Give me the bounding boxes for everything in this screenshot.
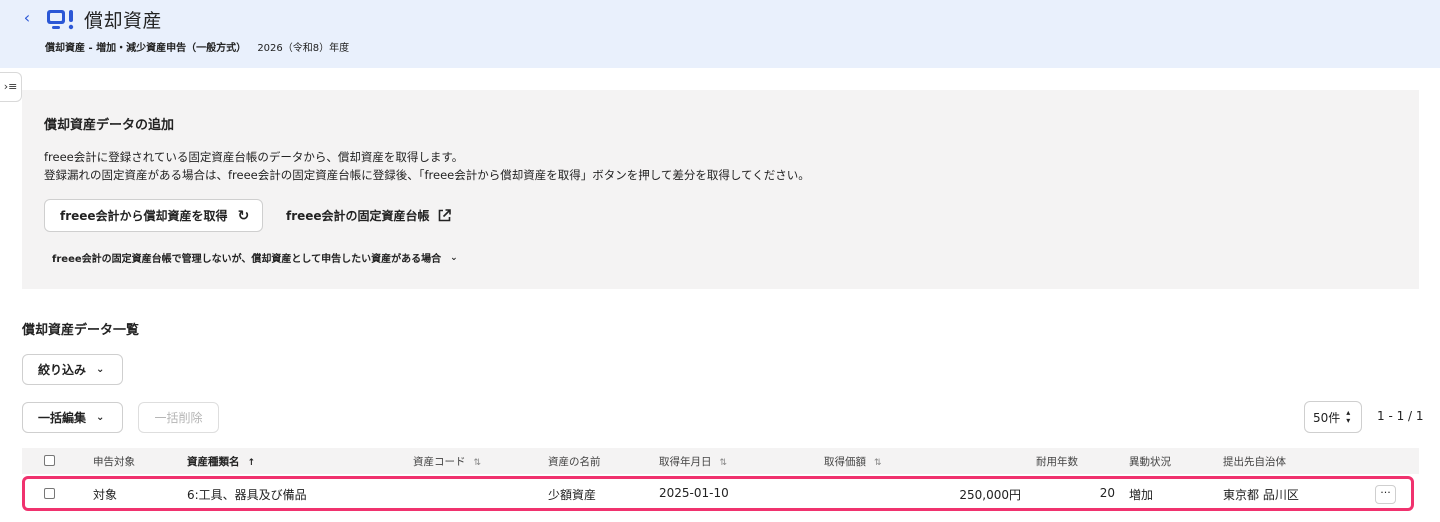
col-acquired-date-label: 取得年月日 bbox=[659, 456, 712, 468]
external-link-icon bbox=[438, 209, 451, 222]
col-asset-type-label: 資産種類名 bbox=[187, 456, 240, 468]
col-municipality: 提出先自治体 bbox=[1223, 456, 1286, 468]
col-asset-code[interactable]: 資産コード ⇅ bbox=[413, 454, 481, 469]
add-asset-panel: 償却資産データの追加 freee会計に登録されている固定資産台帳のデータから、償… bbox=[22, 90, 1419, 289]
cell-target: 対象 bbox=[93, 488, 118, 502]
page-header: ‹ 償却資産 償却資産 - 増加・減少資産申告（一般方式） 2026（令和8）年… bbox=[0, 0, 1440, 68]
col-target: 申告対象 bbox=[93, 456, 135, 468]
per-page-select[interactable]: 50件 ▴ ▾ bbox=[1304, 401, 1362, 433]
filter-button[interactable]: 絞り込み ⌄ bbox=[22, 354, 123, 385]
subtitle-form-name: 償却資産 - 増加・減少資産申告（一般方式） bbox=[45, 43, 247, 54]
cell-acquired-price: 250,000円 bbox=[959, 488, 1021, 502]
cell-acquired-date: 2025-01-10 bbox=[659, 486, 729, 500]
col-acquired-price[interactable]: 取得価額 ⇅ bbox=[824, 454, 882, 469]
filter-label: 絞り込み bbox=[38, 363, 87, 377]
row-checkbox[interactable] bbox=[44, 488, 55, 499]
table-header: 申告対象 資産種類名 ↑ 資産コード ⇅ 資産の名前 取得年月日 ⇅ 取得価額 ⇅ 耐用… bbox=[22, 448, 1419, 474]
sort-icon: ⇅ bbox=[719, 458, 728, 468]
table-row[interactable]: 対象 6:工具、器具及び備品 少額資産 2025-01-10 250,000円 … bbox=[22, 476, 1414, 511]
description-line-1: freee会計に登録されている固定資産台帳のデータから、償却資産を取得します。 bbox=[44, 150, 464, 164]
fetch-assets-button[interactable]: freee会計から償却資産を取得 ↻ bbox=[44, 199, 263, 232]
sort-icon: ⇅ bbox=[874, 458, 882, 468]
ledger-link-label: freee会計の固定資産台帳 bbox=[286, 209, 430, 223]
col-asset-type[interactable]: 資産種類名 ↑ bbox=[187, 454, 255, 469]
col-useful-life: 耐用年数 bbox=[1036, 456, 1078, 468]
description-line-2: 登録漏れの固定資産がある場合は、freee会計の固定資産台帳に登録後、「free… bbox=[44, 168, 810, 182]
manual-asset-toggle[interactable]: freee会計の固定資産台帳で管理しないが、償却資産として申告したい資産がある場… bbox=[52, 250, 458, 266]
cell-asset-name: 少額資産 bbox=[548, 488, 597, 502]
cell-useful-life: 20 bbox=[1099, 486, 1115, 500]
col-asset-code-label: 資産コード bbox=[413, 456, 466, 468]
refresh-icon: ↻ bbox=[237, 207, 250, 224]
cell-municipality: 東京都 品川区 bbox=[1223, 488, 1299, 502]
more-horizontal-icon[interactable]: ··· bbox=[1375, 485, 1396, 504]
sort-icon: ⇅ bbox=[473, 458, 482, 468]
app-icon bbox=[47, 10, 74, 30]
select-arrows-icon: ▴ ▾ bbox=[1346, 408, 1351, 425]
fixed-asset-ledger-link[interactable]: freee会計の固定資産台帳 bbox=[286, 207, 451, 224]
col-acquired-date[interactable]: 取得年月日 ⇅ bbox=[659, 454, 727, 469]
col-acquired-price-label: 取得価額 bbox=[824, 456, 866, 468]
bulk-edit-label: 一括編集 bbox=[38, 411, 87, 425]
per-page-value: 50件 bbox=[1313, 410, 1341, 425]
manual-toggle-label: freee会計の固定資産台帳で管理しないが、償却資産として申告したい資産がある場… bbox=[52, 254, 442, 265]
chevron-down-icon: ⌄ bbox=[450, 252, 458, 263]
col-asset-name: 資産の名前 bbox=[548, 456, 601, 468]
fiscal-year: 2026（令和8）年度 bbox=[257, 43, 350, 54]
select-all-checkbox[interactable] bbox=[44, 455, 55, 466]
add-section-title: 償却資産データの追加 bbox=[44, 118, 175, 133]
chevron-down-icon: ⌄ bbox=[96, 412, 105, 423]
sort-asc-icon: ↑ bbox=[247, 458, 256, 468]
back-chevron-icon[interactable]: ‹ bbox=[18, 9, 36, 27]
page-subtitle: 償却資産 - 増加・減少資産申告（一般方式） 2026（令和8）年度 bbox=[45, 39, 349, 54]
cell-change-status: 増加 bbox=[1129, 488, 1154, 502]
asset-list-title: 償却資産データ一覧 bbox=[22, 323, 140, 338]
page-title: 償却資産 bbox=[84, 10, 163, 32]
col-change-status: 異動状況 bbox=[1129, 456, 1171, 468]
add-section-description: freee会計に登録されている固定資産台帳のデータから、償却資産を取得します。 … bbox=[44, 148, 810, 184]
bulk-edit-button[interactable]: 一括編集 ⌄ bbox=[22, 402, 123, 433]
pagination-range: 1 - 1 / 1 bbox=[1377, 409, 1424, 423]
menu-expand-icon[interactable]: ›≡ bbox=[0, 72, 22, 102]
bulk-delete-button: 一括削除 bbox=[138, 402, 219, 433]
fetch-assets-label: freee会計から償却資産を取得 bbox=[60, 209, 228, 223]
cell-asset-type: 6:工具、器具及び備品 bbox=[187, 488, 307, 502]
chevron-down-icon: ⌄ bbox=[96, 364, 105, 375]
